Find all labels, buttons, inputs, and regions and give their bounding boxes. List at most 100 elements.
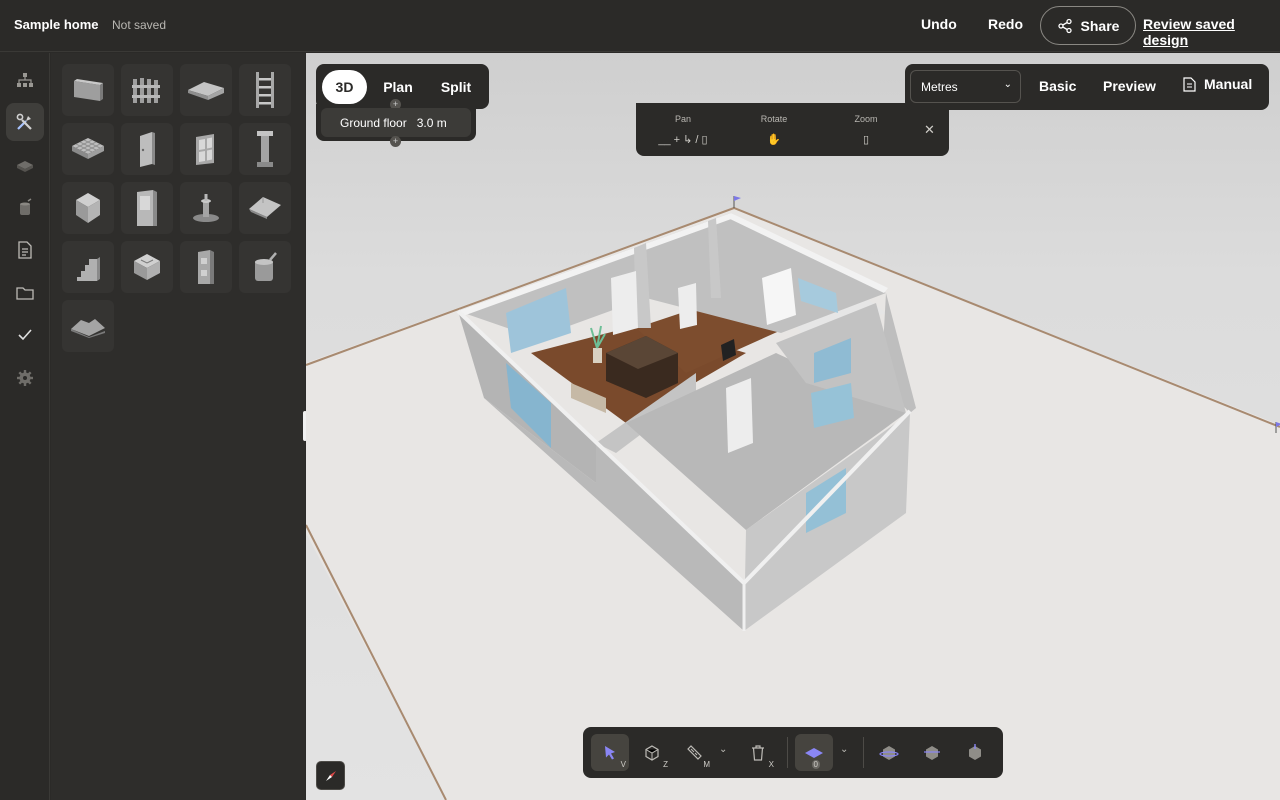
pan-keys: __ + ↳ / ▯ <box>658 134 708 146</box>
grid-floor-icon <box>72 138 104 159</box>
select-tool[interactable]: V <box>591 734 629 771</box>
zoom-keys: ▯ <box>862 134 870 146</box>
sidebar-item-tools[interactable] <box>6 103 44 141</box>
settings-gear-icon <box>17 370 33 386</box>
palette-paint-can[interactable] <box>239 241 291 293</box>
document-icon <box>18 241 32 259</box>
component-tool[interactable]: Z <box>633 734 671 771</box>
view-side-tool[interactable] <box>956 734 994 771</box>
sidebar-item-materials[interactable] <box>6 146 44 184</box>
view-iso-tool[interactable] <box>913 734 951 771</box>
3d-viewport[interactable] <box>306 53 1280 800</box>
column-icon <box>257 131 273 167</box>
project-name[interactable]: Sample home <box>14 17 99 32</box>
fence-icon <box>132 78 160 103</box>
toolbar-divider <box>863 737 864 768</box>
materials-icon <box>17 161 33 172</box>
manual-document-icon <box>1183 76 1196 92</box>
palette-room[interactable] <box>121 241 173 293</box>
preview-button[interactable]: Preview <box>1103 78 1156 94</box>
sidebar-icon-bar <box>0 53 50 800</box>
palette-ladder[interactable] <box>239 64 291 116</box>
add-floor-below-icon[interactable]: + <box>390 136 401 147</box>
palette-window[interactable] <box>180 123 232 175</box>
palette-slab[interactable] <box>180 64 232 116</box>
cursor-arrow-icon <box>605 745 615 759</box>
door-bedroom <box>726 378 753 453</box>
sidebar-item-checklist[interactable] <box>6 316 44 354</box>
measure-tool[interactable]: M <box>675 734 713 771</box>
manual-button[interactable]: Manual <box>1183 76 1252 92</box>
ruler-icon <box>687 744 702 760</box>
cube-icon <box>76 193 100 223</box>
review-saved-design-link[interactable]: Review saved design <box>1143 16 1280 48</box>
close-icon[interactable]: ✕ <box>924 122 935 138</box>
share-label: Share <box>1080 17 1120 34</box>
door-icon <box>140 132 155 167</box>
ladder-icon <box>256 72 274 108</box>
units-value: Metres <box>921 79 958 94</box>
redo-button[interactable]: Redo <box>988 16 1023 32</box>
sidebar-item-folder[interactable] <box>6 274 44 312</box>
rotate-keys: ✋ <box>767 134 781 146</box>
view-options-panel: Metres ⌄ Basic Preview Manual <box>905 64 1269 110</box>
bottom-toolbar: V Z M ⌄ X 0 ⌄ <box>583 727 1003 778</box>
terrain-icon <box>71 319 105 338</box>
layer-dropdown-chevron-icon[interactable]: ⌄ <box>840 744 848 755</box>
palette-fence[interactable] <box>121 64 173 116</box>
top-bar: Sample home Not saved Undo Redo Share Re… <box>0 0 1280 52</box>
trash-icon <box>752 744 764 761</box>
sidebar-item-document[interactable] <box>6 231 44 269</box>
tab-3d[interactable]: 3D <box>322 70 367 104</box>
manual-label: Manual <box>1204 76 1253 92</box>
measure-dropdown-chevron-icon[interactable]: ⌄ <box>719 744 727 755</box>
view-iso-icon <box>924 745 940 760</box>
view-mode-switch: 3D Plan Split <box>316 64 489 109</box>
sidebar-item-paint[interactable] <box>6 188 44 226</box>
floor-selector-item[interactable]: Ground floor 3.0 m <box>321 108 471 137</box>
palette-door[interactable] <box>121 123 173 175</box>
units-select[interactable]: Metres ⌄ <box>910 70 1021 103</box>
folder-icon <box>16 287 34 300</box>
floor-layer-tool[interactable]: 0 <box>795 734 833 771</box>
floor-layer-icon <box>805 747 823 758</box>
sidebar-item-hierarchy[interactable] <box>6 61 44 99</box>
palette-column[interactable] <box>239 123 291 175</box>
toolbar-divider <box>787 737 788 768</box>
navigation-help-panel: Pan __ + ↳ / ▯ Rotate ✋ Zoom ▯ ✕ <box>636 103 949 156</box>
palette-cube[interactable] <box>62 182 114 234</box>
roof-icon <box>249 197 281 219</box>
compass-button[interactable] <box>316 761 345 790</box>
delete-tool-key: X <box>768 760 774 769</box>
sidebar-item-settings[interactable] <box>6 359 44 397</box>
palette-appliance[interactable] <box>180 241 232 293</box>
palette-roof[interactable] <box>239 182 291 234</box>
palette-stairs[interactable] <box>62 241 114 293</box>
select-tool-key: V <box>620 760 626 769</box>
checkmark-icon <box>18 329 32 341</box>
tools-icon <box>16 113 32 130</box>
chevron-down-icon: ⌄ <box>1003 79 1012 90</box>
fridge <box>762 268 796 325</box>
share-icon <box>1057 18 1072 33</box>
undo-button[interactable]: Undo <box>921 16 957 32</box>
window-icon <box>196 134 214 165</box>
room-module-icon <box>134 254 160 280</box>
tab-split[interactable]: Split <box>430 70 482 104</box>
basic-button[interactable]: Basic <box>1039 78 1076 94</box>
palette-cabinet[interactable] <box>121 182 173 234</box>
view-top-tool[interactable] <box>870 734 908 771</box>
slab-icon <box>188 82 224 100</box>
palette-fountain[interactable] <box>180 182 232 234</box>
component-cube-icon <box>645 744 659 761</box>
fountain-icon <box>193 194 219 222</box>
stairs-icon <box>77 257 100 281</box>
palette-terrain[interactable] <box>62 300 114 352</box>
cabinet-icon <box>137 190 157 226</box>
palette-grid-floor[interactable] <box>62 123 114 175</box>
house-scene <box>306 196 1280 800</box>
share-button[interactable]: Share <box>1040 6 1136 45</box>
floor-layer-key: 0 <box>811 760 820 769</box>
palette-wall[interactable] <box>62 64 114 116</box>
delete-tool[interactable]: X <box>739 734 777 771</box>
